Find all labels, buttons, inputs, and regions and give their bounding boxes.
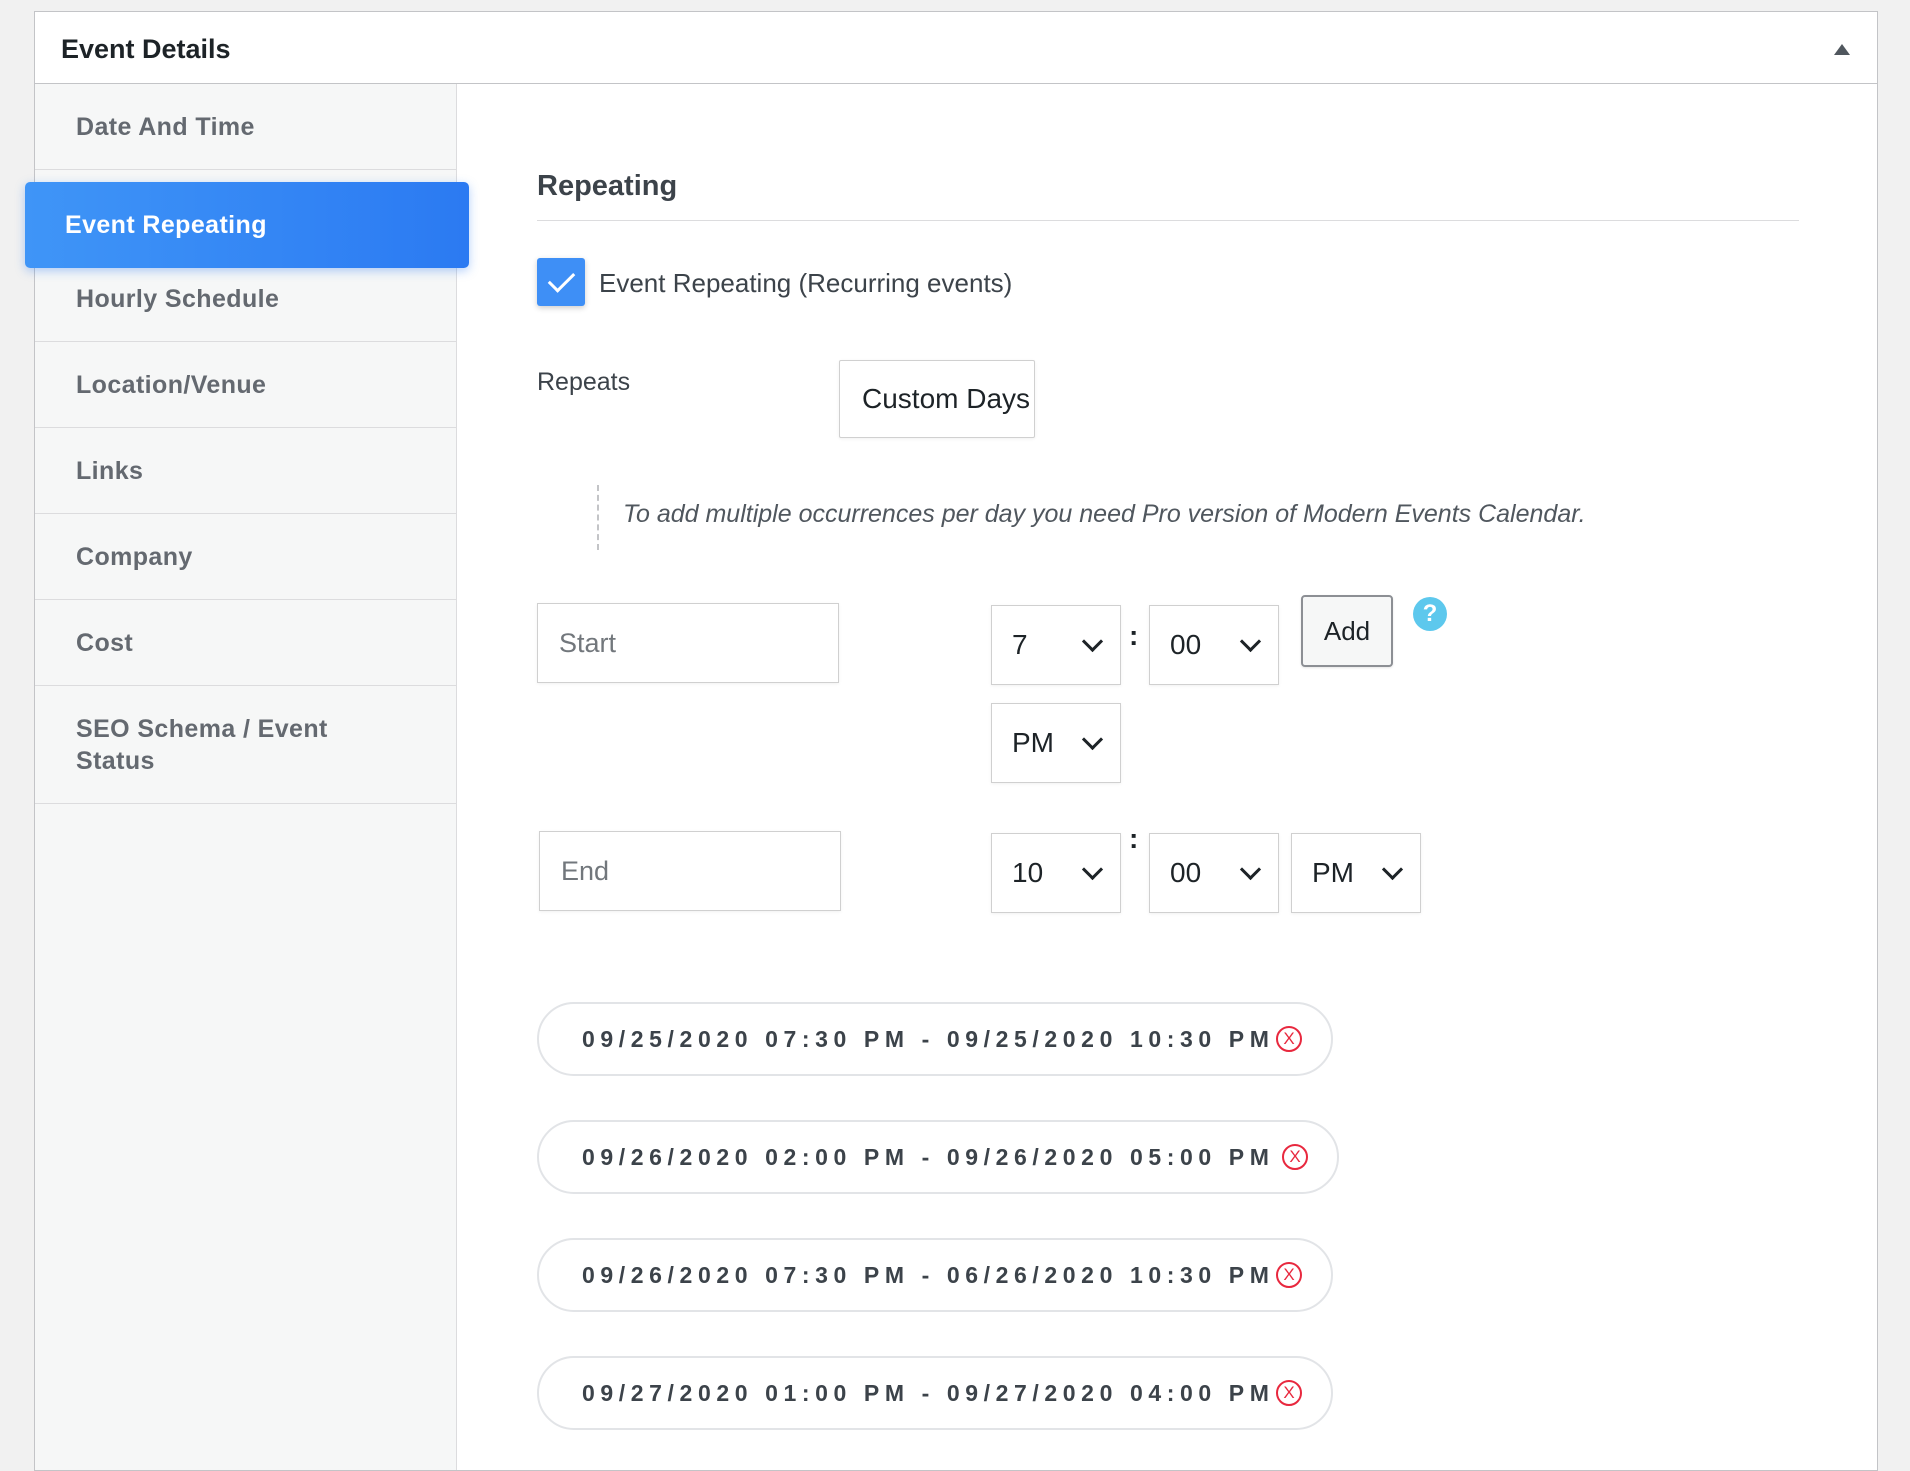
sidebar-item-company[interactable]: Company xyxy=(35,514,456,600)
chevron-down-icon xyxy=(1239,630,1262,653)
sidebar-item-label: Location/Venue xyxy=(76,370,267,399)
end-hour-value: 10 xyxy=(1012,857,1044,888)
start-ampm-value: PM xyxy=(1012,727,1054,758)
sidebar-item-event-repeating[interactable]: Event Repeating xyxy=(25,182,469,268)
sidebar-item-links[interactable]: Links xyxy=(35,428,456,514)
chevron-down-icon xyxy=(1381,858,1404,881)
x-circle-icon[interactable]: X xyxy=(1276,1262,1302,1288)
sidebar-item-hourly-schedule[interactable]: Hourly Schedule xyxy=(35,256,456,342)
event-details-panel: Event Details Date And Time Event Repeat… xyxy=(25,11,1878,1471)
occurrence-item: 09/26/2020 02:00 PM - 09/26/2020 05:00 P… xyxy=(537,1120,1339,1194)
end-minute-select[interactable]: 00 xyxy=(1149,833,1279,913)
sidebar-item-location-venue[interactable]: Location/Venue xyxy=(35,342,456,428)
start-hour-select[interactable]: 7 xyxy=(991,605,1121,685)
start-minute-value: 00 xyxy=(1170,629,1202,660)
sidebar-item-label: Event Repeating xyxy=(65,211,267,239)
occurrence-item: 09/27/2020 01:00 PM - 09/27/2020 04:00 P… xyxy=(537,1356,1333,1430)
start-date-input[interactable]: Start xyxy=(537,603,839,683)
sidebar-item-label: Hourly Schedule xyxy=(76,284,280,313)
time-separator: : xyxy=(1129,823,1139,854)
sidebar-item-label: SEO Schema / Event Status xyxy=(76,714,328,775)
sidebar-item-seo-schema[interactable]: SEO Schema / Event Status xyxy=(35,686,456,804)
occurrence-item: 09/25/2020 07:30 PM - 09/25/2020 10:30 P… xyxy=(537,1002,1333,1076)
occurrence-text: 09/27/2020 01:00 PM - 09/27/2020 04:00 P… xyxy=(582,1379,1275,1406)
end-minute-value: 00 xyxy=(1170,857,1202,888)
checkmark-icon xyxy=(547,265,575,293)
event-repeating-checkbox-label[interactable]: Event Repeating (Recurring events) xyxy=(599,268,1012,299)
chevron-down-icon xyxy=(1239,858,1262,881)
panel-header[interactable]: Event Details xyxy=(35,12,1877,84)
section-title: Repeating xyxy=(537,170,678,202)
add-button[interactable]: Add xyxy=(1301,595,1393,667)
note-divider xyxy=(597,485,599,550)
triangle-up-icon xyxy=(1834,43,1850,55)
end-ampm-select[interactable]: PM xyxy=(1291,833,1421,913)
x-circle-icon[interactable]: X xyxy=(1276,1026,1302,1052)
x-circle-icon[interactable]: X xyxy=(1276,1380,1302,1406)
main-content: Repeating Event Repeating (Recurring eve… xyxy=(457,84,1877,1470)
event-repeating-checkbox[interactable] xyxy=(537,258,585,306)
section-divider xyxy=(537,220,1799,221)
start-ampm-select[interactable]: PM xyxy=(991,703,1121,783)
repeats-label: Repeats xyxy=(537,368,631,396)
occurrence-text: 09/25/2020 07:30 PM - 09/25/2020 10:30 P… xyxy=(582,1025,1275,1052)
sidebar-item-label: Company xyxy=(76,542,193,571)
start-minute-select[interactable]: 00 xyxy=(1149,605,1279,685)
start-hour-value: 7 xyxy=(1012,629,1028,660)
collapse-toggle-button[interactable] xyxy=(1829,36,1855,62)
sidebar-item-label: Date And Time xyxy=(76,112,255,141)
x-circle-icon[interactable]: X xyxy=(1282,1144,1308,1170)
end-date-input[interactable]: End xyxy=(539,831,841,911)
chevron-down-icon xyxy=(1081,858,1104,881)
panel-title: Event Details xyxy=(61,34,231,64)
repeats-select-value: Custom Days xyxy=(862,383,1031,414)
occurrence-text: 09/26/2020 07:30 PM - 06/26/2020 10:30 P… xyxy=(582,1261,1275,1288)
end-hour-select[interactable]: 10 xyxy=(991,833,1121,913)
occurrence-item: 09/26/2020 07:30 PM - 06/26/2020 10:30 P… xyxy=(537,1238,1333,1312)
end-ampm-value: PM xyxy=(1312,857,1354,888)
sidebar-item-label: Cost xyxy=(76,628,134,657)
sidebar-item-label: Links xyxy=(76,456,144,485)
chevron-down-icon xyxy=(1081,630,1104,653)
repeats-select[interactable]: Custom Days xyxy=(839,360,1035,438)
sidebar-item-cost[interactable]: Cost xyxy=(35,600,456,686)
time-separator: : xyxy=(1129,620,1139,651)
question-circle-icon[interactable]: ? xyxy=(1413,597,1447,631)
sidebar-nav: Date And Time Event Repeating Hourly Sch… xyxy=(25,84,469,1470)
pro-version-note: To add multiple occurrences per day you … xyxy=(623,500,1586,528)
sidebar-item-date-and-time[interactable]: Date And Time xyxy=(35,84,456,170)
occurrence-text: 09/26/2020 02:00 PM - 09/26/2020 05:00 P… xyxy=(582,1143,1275,1170)
chevron-down-icon xyxy=(1081,728,1104,751)
